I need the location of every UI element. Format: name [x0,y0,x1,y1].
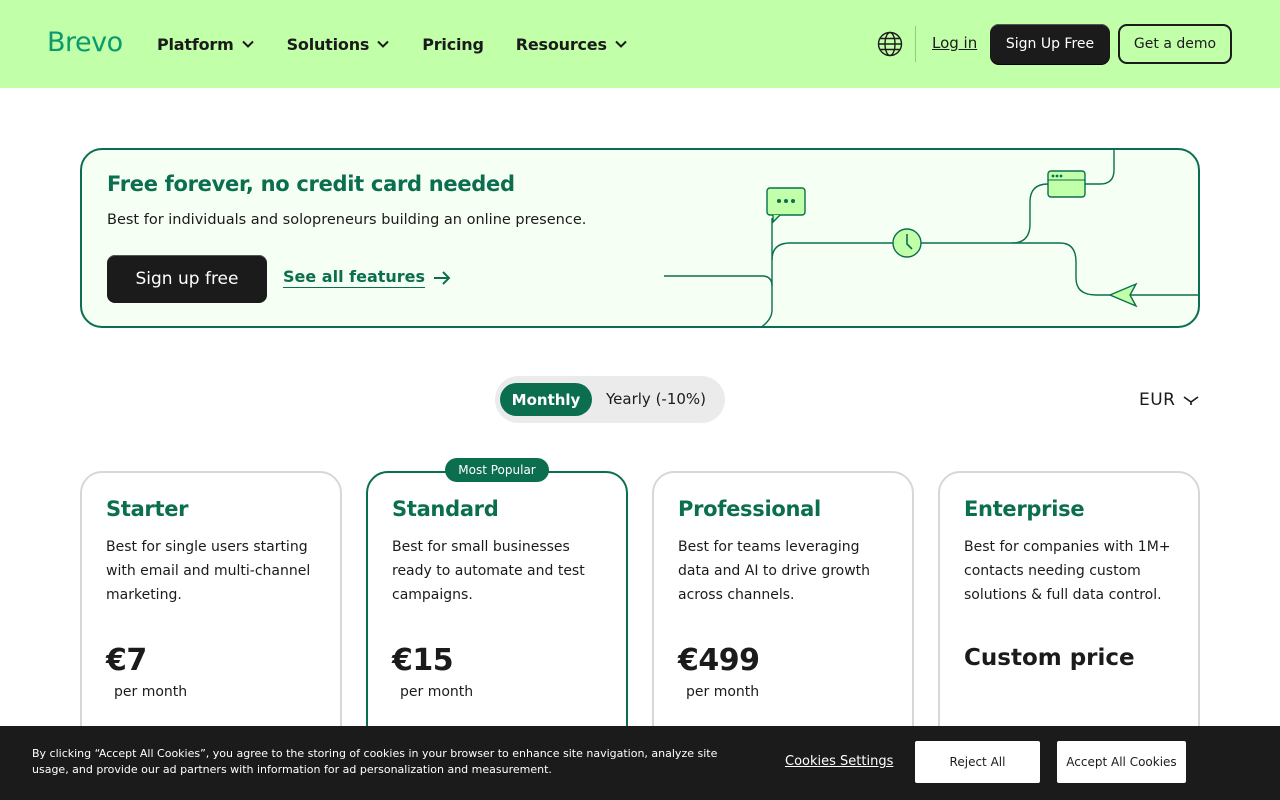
billing-period-toggle: Monthly Yearly (-10%) [495,376,725,423]
signup-free-button[interactable]: Sign Up Free [990,24,1110,64]
plan-billing-period: per month [114,684,188,700]
plan-name: Enterprise [964,497,1085,521]
accept-all-cookies-button[interactable]: Accept All Cookies [1057,741,1186,783]
reject-all-button[interactable]: Reject All [915,741,1040,783]
plan-price: Custom price [964,645,1135,671]
plan-description: Best for teams leveraging data and AI to… [678,539,871,603]
workflow-illustration [664,150,1198,326]
chevron-down-icon [377,40,389,48]
monthly-option[interactable]: Monthly [500,383,592,416]
top-navigation-bar: Brevo Platform Solutions Pricing Resourc… [0,0,1280,88]
header-divider [915,26,916,62]
see-all-features-link[interactable]: See all features [283,267,451,288]
globe-icon[interactable] [877,31,903,57]
plan-billing-period: per month [686,684,760,700]
nav-solutions[interactable]: Solutions [287,35,391,54]
chevron-down-icon [241,40,254,48]
plan-price: €7 [106,643,147,678]
yearly-option[interactable]: Yearly (-10%) [606,390,706,408]
cookies-settings-link[interactable]: Cookies Settings [785,754,893,769]
see-all-features-label: See all features [283,267,426,288]
chevron-down-icon [615,40,627,48]
nav-resources-label: Resources [515,34,607,54]
chat-bubble-icon [766,187,806,224]
most-popular-badge: Most Popular [445,458,549,482]
nav-platform-label: Platform [157,34,234,54]
plan-price: €15 [392,643,454,678]
plan-name: Standard [392,497,499,521]
clock-icon [892,228,922,258]
browser-window-icon [1047,170,1086,198]
sign-up-free-button[interactable]: Sign up free [107,255,267,303]
brevo-logo[interactable]: Brevo [47,27,123,58]
nav-solutions-label: Solutions [286,34,370,54]
plan-price: €499 [678,643,760,678]
free-plan-banner: Free forever, no credit card needed Best… [80,148,1200,328]
free-plan-subtitle: Best for individuals and solopreneurs bu… [107,212,587,228]
plan-description: Best for single users starting with emai… [106,539,311,603]
login-link[interactable]: Log in [932,34,977,52]
plan-name: Starter [106,497,189,521]
main-nav: Platform Solutions Pricing Resources [157,0,660,88]
nav-resources[interactable]: Resources [516,35,628,54]
cookie-consent-text: By clicking “Accept All Cookies”, you ag… [32,747,718,776]
plan-description: Best for small businesses ready to autom… [392,539,585,603]
currency-label: EUR [1139,390,1176,410]
get-demo-button[interactable]: Get a demo [1118,24,1232,64]
currency-selector[interactable]: EUR [1139,390,1200,410]
chevron-down-icon [1183,396,1198,405]
nav-platform[interactable]: Platform [157,35,255,54]
nav-pricing-label: Pricing [422,34,484,54]
nav-pricing[interactable]: Pricing [422,35,484,54]
plan-description: Best for companies with 1M+ contacts nee… [964,539,1171,603]
free-plan-title: Free forever, no credit card needed [107,172,515,196]
arrow-right-icon [434,270,451,285]
cookie-consent-bar: By clicking “Accept All Cookies”, you ag… [0,726,1280,800]
plan-billing-period: per month [400,684,474,700]
plan-name: Professional [678,497,821,521]
